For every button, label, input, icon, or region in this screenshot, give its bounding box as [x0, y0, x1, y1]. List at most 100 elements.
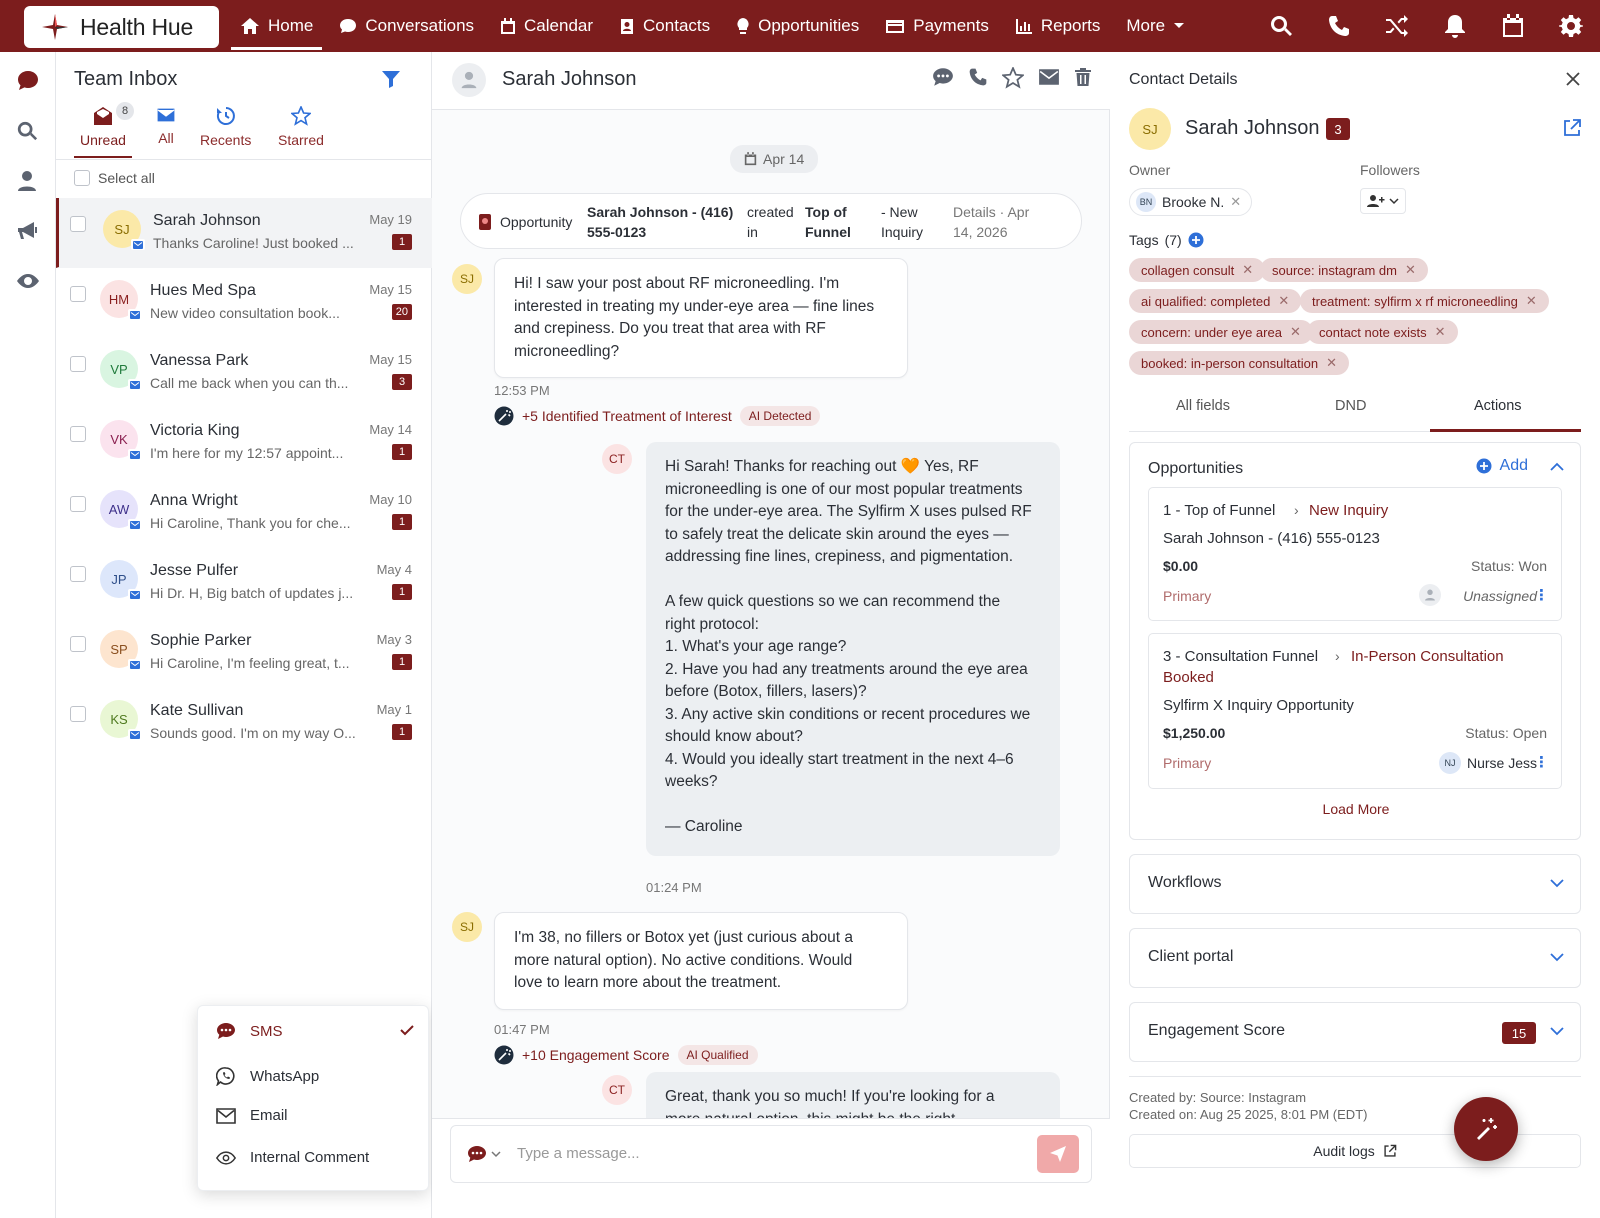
nav-more[interactable]: More [1113, 2, 1198, 50]
channel-internal-comment[interactable]: Internal Comment [216, 1149, 369, 1166]
remove-tag-icon[interactable]: ✕ [1242, 262, 1253, 278]
tab-all[interactable]: All [156, 106, 176, 146]
channel-whatsapp[interactable]: WhatsApp [216, 1066, 319, 1086]
tab-unread[interactable]: 8 Unread [74, 102, 134, 158]
chat-icon [933, 68, 953, 86]
tag-chip[interactable]: treatment: sylfirm x rf microneedling ✕ [1300, 289, 1549, 313]
tag-chip[interactable]: booked: in-person consultation ✕ [1129, 351, 1349, 375]
nav-reports[interactable]: Reports [1002, 2, 1114, 50]
search-button[interactable] [1252, 0, 1310, 52]
conversation-item[interactable]: VP Vanessa Park Call me back when you can … [56, 338, 432, 408]
row-checkbox[interactable] [70, 286, 86, 302]
rail-search-button[interactable] [16, 120, 40, 144]
email-button[interactable] [1038, 67, 1060, 89]
load-more-button[interactable]: Load More [1130, 801, 1582, 817]
tab-dnd[interactable]: DND [1335, 398, 1366, 414]
phone-button[interactable] [1310, 0, 1368, 52]
conversation-item[interactable]: AW Anna Wright Hi Caroline, Thank you for … [56, 478, 432, 548]
conversation-item[interactable]: SP Sophie Parker Hi Caroline, I'm feeling … [56, 618, 432, 688]
delete-button[interactable] [1074, 67, 1092, 89]
row-checkbox[interactable] [70, 566, 86, 582]
tab-recents[interactable]: Recents [200, 106, 251, 148]
opportunity-item[interactable]: 1 - Top of Funnel › New Inquiry Sarah Jo… [1148, 487, 1562, 621]
ai-assistant-button[interactable] [1454, 1097, 1518, 1161]
nav-opportunities[interactable]: Opportunities [723, 2, 872, 50]
row-checkbox[interactable] [70, 216, 86, 232]
opportunity-details-link[interactable]: 14, 2026 [953, 222, 1008, 242]
remove-tag-icon[interactable]: ✕ [1326, 355, 1337, 371]
conversation-actions [932, 67, 1092, 89]
settings-button[interactable] [1542, 0, 1600, 52]
row-checkbox[interactable] [70, 426, 86, 442]
select-all[interactable]: Select all [74, 170, 155, 186]
conversation-item[interactable]: VK Victoria King I'm here for my 12:57 app… [56, 408, 432, 478]
add-follower-button[interactable] [1360, 188, 1406, 214]
engagement-score-section[interactable]: Engagement Score 15 [1129, 1002, 1581, 1062]
remove-owner-icon[interactable]: ✕ [1230, 194, 1241, 210]
more-options-icon[interactable]: ⋮ [1534, 753, 1549, 771]
workflows-section[interactable]: Workflows [1129, 854, 1581, 914]
call-button[interactable] [968, 67, 988, 89]
conversation-item[interactable]: KS Kate Sullivan Sounds good. I'm on my wa… [56, 688, 432, 758]
nav-calendar[interactable]: Calendar [487, 2, 606, 50]
rail-chat-button[interactable] [16, 70, 40, 94]
row-checkbox[interactable] [70, 496, 86, 512]
tab-all-fields[interactable]: All fields [1176, 398, 1230, 414]
calendar-button[interactable] [1484, 0, 1542, 52]
tab-actions[interactable]: Actions [1474, 398, 1522, 414]
remove-tag-icon[interactable]: ✕ [1526, 293, 1537, 309]
remove-tag-icon[interactable]: ✕ [1435, 324, 1446, 340]
rail-contacts-button[interactable] [16, 170, 40, 194]
tag-chip[interactable]: concern: under eye area ✕ [1129, 320, 1313, 344]
opportunity-details-link[interactable]: Details · Apr [953, 202, 1029, 222]
channel-selector[interactable] [467, 1145, 501, 1163]
add-opportunity-button[interactable]: Add [1476, 457, 1564, 475]
tag-chip[interactable]: ai qualified: completed ✕ [1129, 289, 1302, 313]
shuffle-button[interactable] [1368, 0, 1426, 52]
close-button[interactable] [1566, 72, 1580, 86]
row-checkbox[interactable] [70, 636, 86, 652]
opportunity-assignee[interactable]: Nurse Jess [1467, 755, 1537, 771]
nav-payments[interactable]: Payments [872, 2, 1002, 50]
nav-home[interactable]: Home [227, 2, 326, 50]
channel-email[interactable]: Email [216, 1107, 288, 1124]
more-options-icon[interactable]: ⋮ [1534, 586, 1549, 604]
conversation-item[interactable]: SJ Sarah Johnson Thanks Caroline! Just boo… [56, 198, 432, 268]
nav-conversations[interactable]: Conversations [326, 2, 487, 50]
opportunity-item[interactable]: 3 - Consultation Funnel › In-Person Cons… [1148, 633, 1562, 789]
filter-button[interactable] [381, 70, 401, 88]
open-contact-button[interactable] [1562, 118, 1582, 138]
rail-campaign-button[interactable] [16, 220, 40, 244]
avatar[interactable] [452, 63, 486, 97]
nav-contacts[interactable]: Contacts [606, 2, 723, 50]
opportunity-activity-card[interactable]: Opportunity Sarah Johnson - (416) 555-01… [460, 193, 1082, 249]
opportunity-stage: Booked [1163, 669, 1214, 686]
message-input[interactable]: Type a message... [517, 1145, 640, 1162]
tag-chip[interactable]: source: instagram dm ✕ [1260, 258, 1428, 282]
message-button[interactable] [932, 67, 954, 89]
remove-tag-icon[interactable]: ✕ [1278, 293, 1289, 309]
remove-tag-icon[interactable]: ✕ [1290, 324, 1301, 340]
rail-watch-button[interactable] [16, 270, 40, 294]
remove-tag-icon[interactable]: ✕ [1405, 262, 1416, 278]
owner-chip[interactable]: BN Brooke N. ✕ [1129, 188, 1253, 216]
channel-sms[interactable]: SMS [216, 1022, 283, 1040]
send-button[interactable] [1037, 1135, 1079, 1173]
sms-channel-icon [128, 659, 142, 670]
star-button[interactable] [1002, 67, 1024, 89]
tab-starred[interactable]: Starred [278, 106, 324, 148]
conversation-item[interactable]: HM Hues Med Spa New video consultation boo… [56, 268, 432, 338]
notifications-button[interactable] [1426, 0, 1484, 52]
tag-chip[interactable]: contact note exists ✕ [1307, 320, 1458, 344]
row-checkbox[interactable] [70, 706, 86, 722]
opportunity-assignee[interactable]: Unassigned [1463, 588, 1537, 604]
client-portal-section[interactable]: Client portal [1129, 928, 1581, 988]
brand-logo[interactable]: Health Hue [24, 6, 219, 48]
tag-chip[interactable]: collagen consult ✕ [1129, 258, 1266, 282]
add-tag-icon[interactable] [1188, 232, 1204, 248]
row-checkbox[interactable] [70, 356, 86, 372]
chevron-down-icon [1550, 879, 1564, 888]
date-separator: Apr 14 [730, 145, 819, 173]
conversation-item[interactable]: JP Jesse Pulfer Hi Dr. H, Big batch of upd… [56, 548, 432, 618]
select-all-checkbox[interactable] [74, 170, 90, 186]
